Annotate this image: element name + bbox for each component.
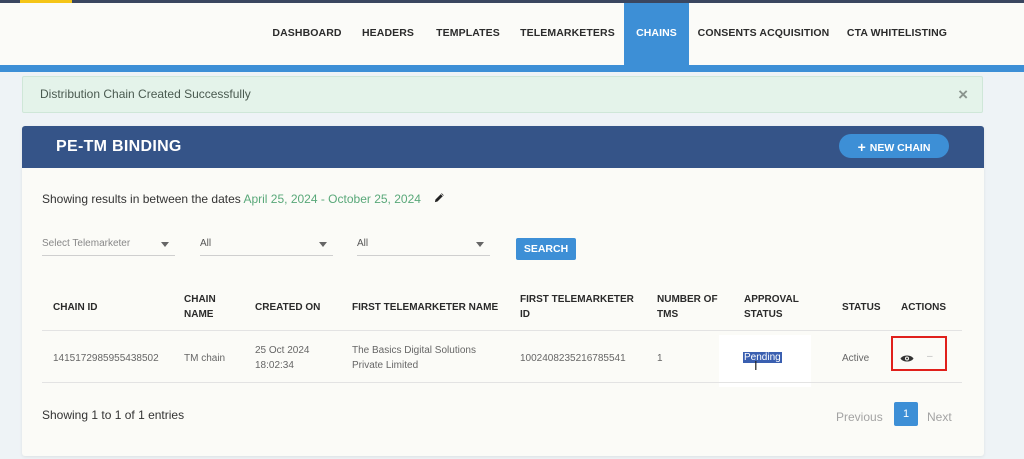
th-first-tm-id: FIRST TELEMARKETER ID <box>520 292 634 322</box>
th-number-of-tms-line2: TMS <box>657 309 679 320</box>
th-number-of-tms-line1: NUMBER OF <box>657 294 718 305</box>
chevron-down-icon <box>476 242 484 247</box>
th-first-tm-id-line1: FIRST TELEMARKETER <box>520 294 634 305</box>
date-filter-prefix: Showing results in between the dates <box>42 192 241 206</box>
navbar-underline <box>0 65 1024 72</box>
more-action-icon[interactable]: – <box>927 351 933 362</box>
cell-created-time: 18:02:34 <box>255 360 294 371</box>
close-icon[interactable]: × <box>958 85 968 105</box>
nav-chains[interactable]: CHAINS <box>624 3 689 72</box>
filter-select-2-value: All <box>200 238 212 249</box>
cell-first-tm-name-line1: The Basics Digital Solutions <box>352 345 476 356</box>
pagination-page-1[interactable]: 1 <box>894 402 918 426</box>
table-header-divider <box>42 330 962 331</box>
pagination-previous[interactable]: Previous <box>836 410 883 424</box>
filter-select-3-value: All <box>357 238 369 249</box>
nav-templates[interactable]: TEMPLATES <box>430 3 506 65</box>
nav-cta-whitelisting[interactable]: CTA WHITELISTING <box>842 3 952 65</box>
th-first-tm-name: FIRST TELEMARKETER NAME <box>352 302 499 313</box>
approval-status-badge: Pending <box>743 352 782 363</box>
nav-dashboard[interactable]: DASHBOARD <box>265 3 349 65</box>
th-first-tm-id-line2: ID <box>520 309 530 320</box>
table-row-divider <box>42 382 962 383</box>
th-status: STATUS <box>842 302 881 313</box>
th-number-of-tms: NUMBER OF TMS <box>657 292 718 322</box>
th-created-on: CREATED ON <box>255 302 321 313</box>
pagination-next[interactable]: Next <box>927 410 952 424</box>
th-approval-status: APPROVAL STATUS <box>744 292 799 322</box>
cell-first-tm-name: The Basics Digital Solutions Private Limi… <box>352 343 476 373</box>
th-approval-status-line2: STATUS <box>744 309 783 320</box>
card-header: PE-TM BINDING + NEW CHAIN <box>22 126 984 168</box>
cell-chain-id: 1415172985955438502 <box>53 353 159 364</box>
new-chain-button[interactable]: + NEW CHAIN <box>839 134 949 158</box>
eye-icon[interactable] <box>900 350 914 362</box>
cell-created-on: 25 Oct 2024 18:02:34 <box>255 343 309 373</box>
search-button[interactable]: SEARCH <box>516 238 576 260</box>
date-filter-row: Showing results in between the dates Apr… <box>42 191 445 206</box>
filter-select-3[interactable]: All <box>357 234 490 256</box>
chains-card: PE-TM BINDING + NEW CHAIN Showing results… <box>22 126 984 456</box>
new-chain-label: NEW CHAIN <box>869 142 931 154</box>
text-cursor-icon: I <box>754 358 758 373</box>
telemarketer-select[interactable]: Select Telemarketer <box>42 234 175 256</box>
alert-message: Distribution Chain Created Successfully <box>40 87 251 101</box>
date-range: April 25, 2024 - October 25, 2024 <box>243 192 421 206</box>
th-chain-name: CHAIN NAME <box>184 292 216 322</box>
chevron-down-icon <box>161 242 169 247</box>
th-chain-name-line1: CHAIN <box>184 294 216 305</box>
th-actions: ACTIONS <box>901 302 946 313</box>
chevron-down-icon <box>319 242 327 247</box>
nav-headers[interactable]: HEADERS <box>355 3 421 65</box>
pencil-icon[interactable] <box>434 191 445 206</box>
th-approval-status-line1: APPROVAL <box>744 294 799 305</box>
filter-select-2[interactable]: All <box>200 234 333 256</box>
cell-first-tm-name-line2: Private Limited <box>352 360 419 371</box>
entries-info: Showing 1 to 1 of 1 entries <box>42 408 185 422</box>
cell-first-tm-id: 1002408235216785541 <box>520 353 626 364</box>
cell-created-date: 25 Oct 2024 <box>255 345 310 356</box>
success-alert: Distribution Chain Created Successfully … <box>22 76 983 113</box>
page-title: PE-TM BINDING <box>56 138 182 155</box>
telemarketer-select-value: Select Telemarketer <box>42 238 131 249</box>
th-chain-id: CHAIN ID <box>53 302 98 313</box>
nav-consents-acquisition[interactable]: CONSENTS ACQUISITION <box>697 3 830 65</box>
plus-icon: + <box>857 139 866 155</box>
cell-status: Active <box>842 353 870 364</box>
cell-chain-name: TM chain <box>184 353 226 364</box>
cell-number-of-tms: 1 <box>657 353 663 364</box>
th-chain-name-line2: NAME <box>184 309 214 320</box>
nav-telemarketers[interactable]: TELEMARKETERS <box>516 3 619 65</box>
